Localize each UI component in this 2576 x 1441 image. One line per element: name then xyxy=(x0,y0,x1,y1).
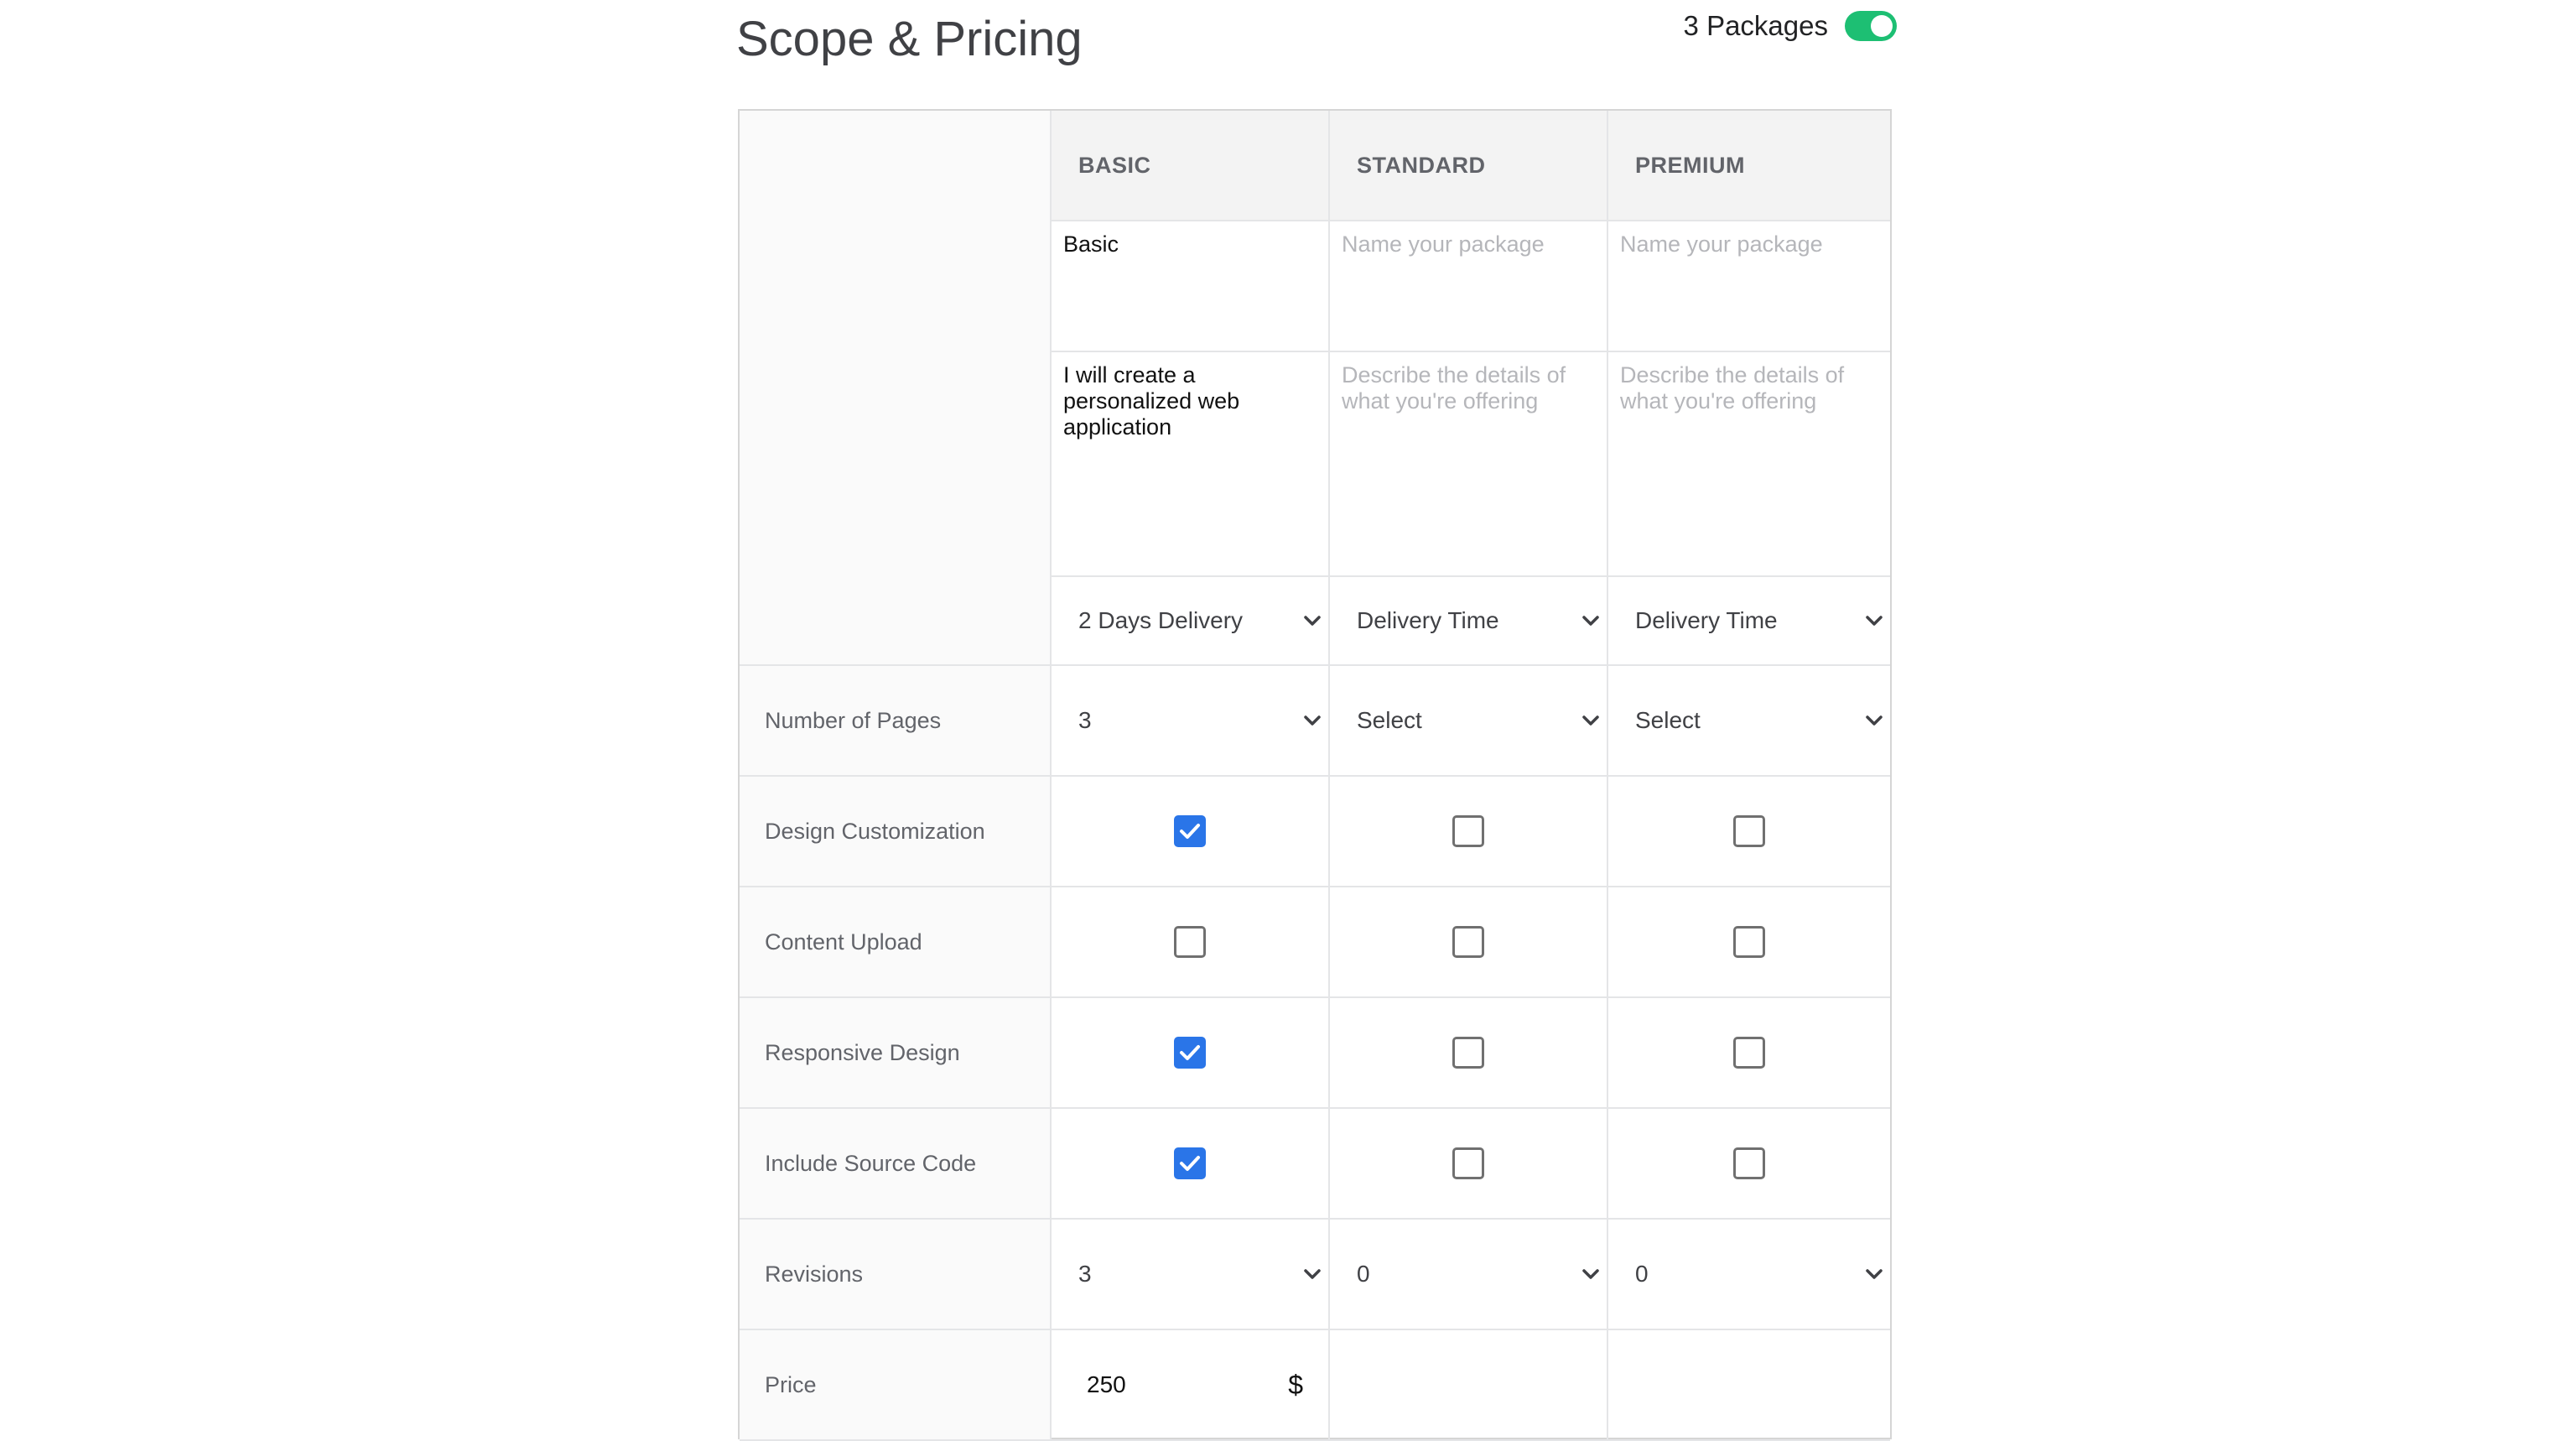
source-code-premium-cell xyxy=(1608,1109,1890,1220)
chevron-down-icon xyxy=(1304,616,1321,626)
chevron-down-icon xyxy=(1304,1269,1321,1279)
revisions-select-standard[interactable]: 0 xyxy=(1330,1220,1608,1330)
revisions-select-basic[interactable]: 3 xyxy=(1052,1220,1330,1330)
design-customization-standard-cell xyxy=(1330,777,1608,887)
chevron-down-icon xyxy=(1866,715,1883,726)
pages-select-basic[interactable]: 3 xyxy=(1052,666,1330,777)
chevron-down-icon xyxy=(1304,715,1321,726)
delivery-select-basic[interactable]: 2 Days Delivery xyxy=(1052,577,1330,666)
delivery-select-premium-value: Delivery Time xyxy=(1635,607,1778,633)
pricing-table: BASIC STANDARD PREMIUM Basic Name your p… xyxy=(738,109,1892,1441)
source-code-standard-checkbox[interactable] xyxy=(1452,1147,1484,1179)
package-desc-basic[interactable]: I will create a personalized web applica… xyxy=(1052,352,1330,577)
responsive-design-basic-checkbox[interactable] xyxy=(1174,1037,1206,1069)
chevron-down-icon xyxy=(1582,1269,1599,1279)
chevron-down-icon xyxy=(1866,616,1883,626)
row-label-design-customization: Design Customization xyxy=(740,777,1052,887)
checkmark-icon xyxy=(1180,1045,1200,1060)
package-name-premium[interactable]: Name your package xyxy=(1608,221,1890,352)
column-header-standard: STANDARD xyxy=(1330,111,1608,221)
price-basic-value: 250 xyxy=(1087,1371,1126,1397)
pages-select-basic-value: 3 xyxy=(1078,707,1092,733)
source-code-premium-checkbox[interactable] xyxy=(1733,1147,1765,1179)
column-header-premium: PREMIUM xyxy=(1608,111,1890,221)
content-upload-premium-checkbox[interactable] xyxy=(1733,926,1765,958)
responsive-design-standard-checkbox[interactable] xyxy=(1452,1037,1484,1069)
row-label-number-of-pages: Number of Pages xyxy=(740,666,1052,777)
pages-select-standard[interactable]: Select xyxy=(1330,666,1608,777)
revisions-select-standard-value: 0 xyxy=(1357,1261,1370,1287)
checkmark-icon xyxy=(1180,824,1200,839)
packages-toggle-group: 3 Packages xyxy=(1669,7,1897,45)
responsive-design-premium-cell xyxy=(1608,998,1890,1109)
price-input-standard[interactable] xyxy=(1330,1330,1608,1441)
price-input-premium[interactable] xyxy=(1608,1330,1890,1441)
delivery-select-premium[interactable]: Delivery Time xyxy=(1608,577,1890,666)
design-customization-premium-checkbox[interactable] xyxy=(1733,815,1765,847)
row-label-content-upload: Content Upload xyxy=(740,887,1052,998)
design-customization-basic-cell xyxy=(1052,777,1330,887)
pages-select-premium[interactable]: Select xyxy=(1608,666,1890,777)
responsive-design-premium-checkbox[interactable] xyxy=(1733,1037,1765,1069)
design-customization-standard-checkbox[interactable] xyxy=(1452,815,1484,847)
content-upload-standard-cell xyxy=(1330,887,1608,998)
content-upload-standard-checkbox[interactable] xyxy=(1452,926,1484,958)
revisions-select-basic-value: 3 xyxy=(1078,1261,1092,1287)
side-header-blank xyxy=(740,111,1052,666)
packages-toggle-label: 3 Packages xyxy=(1683,10,1828,41)
package-name-standard[interactable]: Name your package xyxy=(1330,221,1608,352)
column-header-basic: BASIC xyxy=(1052,111,1330,221)
source-code-basic-checkbox[interactable] xyxy=(1174,1147,1206,1179)
revisions-select-premium[interactable]: 0 xyxy=(1608,1220,1890,1330)
row-label-price: Price xyxy=(740,1330,1052,1441)
responsive-design-standard-cell xyxy=(1330,998,1608,1109)
currency-symbol: $ xyxy=(1288,1369,1303,1400)
row-label-include-source-code: Include Source Code xyxy=(740,1109,1052,1220)
chevron-down-icon xyxy=(1582,715,1599,726)
content-upload-premium-cell xyxy=(1608,887,1890,998)
price-input-basic[interactable]: 250 $ xyxy=(1052,1330,1330,1441)
chevron-down-icon xyxy=(1582,616,1599,626)
responsive-design-basic-cell xyxy=(1052,998,1330,1109)
content-upload-basic-checkbox[interactable] xyxy=(1174,926,1206,958)
page-title: Scope & Pricing xyxy=(736,12,1083,66)
row-label-revisions: Revisions xyxy=(740,1220,1052,1330)
design-customization-basic-checkbox[interactable] xyxy=(1174,815,1206,847)
content-upload-basic-cell xyxy=(1052,887,1330,998)
delivery-select-basic-value: 2 Days Delivery xyxy=(1078,607,1244,633)
chevron-down-icon xyxy=(1866,1269,1883,1279)
pages-select-premium-value: Select xyxy=(1635,707,1701,733)
revisions-select-premium-value: 0 xyxy=(1635,1261,1649,1287)
checkmark-icon xyxy=(1180,1156,1200,1171)
row-label-responsive-design: Responsive Design xyxy=(740,998,1052,1109)
packages-toggle[interactable] xyxy=(1845,11,1897,41)
package-name-basic[interactable]: Basic xyxy=(1052,221,1330,352)
pages-select-standard-value: Select xyxy=(1357,707,1422,733)
delivery-select-standard-value: Delivery Time xyxy=(1357,607,1499,633)
package-desc-standard[interactable]: Describe the details of what you're offe… xyxy=(1330,352,1608,577)
package-desc-premium[interactable]: Describe the details of what you're offe… xyxy=(1608,352,1890,577)
toggle-knob xyxy=(1871,15,1893,37)
design-customization-premium-cell xyxy=(1608,777,1890,887)
source-code-standard-cell xyxy=(1330,1109,1608,1220)
source-code-basic-cell xyxy=(1052,1109,1330,1220)
delivery-select-standard[interactable]: Delivery Time xyxy=(1330,577,1608,666)
